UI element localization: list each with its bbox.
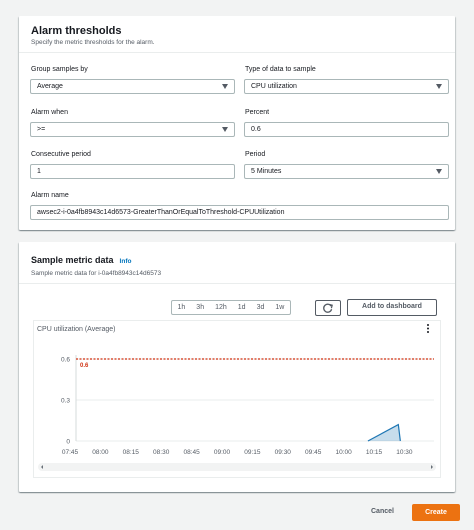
x-tick-label: 10:00 [335,449,352,456]
add-to-dashboard-button[interactable]: Add to dashboard [347,299,437,316]
x-tick-label: 10:30 [396,449,413,456]
caret-down-icon [222,127,228,132]
percent-label: Percent [245,109,270,116]
x-tick-label: 09:00 [214,449,231,456]
range-12h-button[interactable]: 12h [210,301,233,314]
period-select[interactable]: 5 Minutes [244,164,449,179]
metric-widget: CPU utilization (Average) 0 0.3 0.6 07:45 0… [33,320,441,478]
alarm-when-value: >= [37,126,46,133]
group-samples-label: Group samples by [31,66,88,73]
x-tick-label: 08:15 [123,449,140,456]
range-1d-button[interactable]: 1d [232,301,251,314]
threshold-label: 0.6 [80,363,89,369]
chart-grid [75,355,434,442]
alarm-name-input[interactable]: awsec2-i-0a4fb8943c14d6573-GreaterThanOr… [30,205,449,220]
sample-metric-panel: Sample metric data Info Sample metric dat… [19,242,455,492]
divider [19,52,455,53]
x-tick-label: 09:15 [244,449,261,456]
alarm-name-label: Alarm name [31,192,69,199]
caret-down-icon [436,169,442,174]
data-type-value: CPU utilization [251,83,297,90]
alarm-name-value: awsec2-i-0a4fb8943c14d6573-GreaterThanOr… [37,209,285,216]
x-axis-ticks: 07:45 08:00 08:15 08:30 08:45 09:00 09:15 09:30… [62,449,413,456]
create-button[interactable]: Create [412,504,460,521]
chart-title: CPU utilization (Average) [37,326,115,333]
time-range-selector: 1h 3h 12h 1d 3d 1w [171,300,291,315]
y-axis-ticks: 0 0.3 0.6 [61,357,70,446]
alarm-when-label: Alarm when [31,109,68,116]
alarm-thresholds-panel: Alarm thresholds Specify the metric thre… [19,16,455,230]
caret-down-icon [436,84,442,89]
sample-metric-subtitle: Sample metric data for i-0a4fb8943c14d65… [31,270,162,277]
x-tick-label: 08:00 [92,449,109,456]
alarm-when-select[interactable]: >= [30,122,235,137]
threshold-group: 0.6 [76,358,434,369]
consecutive-period-label: Consecutive period [31,151,91,158]
percent-value: 0.6 [251,126,261,133]
sample-metric-header: Sample metric data Info Sample metric dat… [19,242,455,283]
x-tick-label: 08:45 [183,449,200,456]
x-tick-label: 08:30 [153,449,170,456]
vertical-ellipsis-icon [427,324,429,333]
range-1w-button[interactable]: 1w [270,301,290,314]
metric-chart: CPU utilization (Average) 00.30.6 07:45 0… [37,323,436,471]
y-tick-label: 0.6 [61,357,70,364]
x-tick-label: 10:15 [366,449,383,456]
range-3d-button[interactable]: 3d [251,301,270,314]
alarm-thresholds-header: Alarm thresholds Specify the metric thre… [19,16,455,52]
percent-input[interactable]: 0.6 [244,122,449,137]
refresh-icon [323,303,333,313]
horizontal-scrollbar[interactable] [38,463,436,471]
series-group [367,423,401,442]
y-tick-label: 0 [66,439,70,446]
period-value: 5 Minutes [251,168,282,175]
cancel-button[interactable]: Cancel [371,508,394,515]
sample-metric-title: Sample metric data [31,255,114,265]
caret-down-icon [222,84,228,89]
alarm-thresholds-subtitle: Specify the metric thresholds for the al… [31,39,155,46]
range-1h-button[interactable]: 1h [172,301,191,314]
divider [19,283,455,284]
info-link[interactable]: Info [120,258,132,265]
more-actions-button[interactable] [422,323,434,335]
consecutive-period-value: 1 [37,168,41,175]
data-type-select[interactable]: CPU utilization [244,79,449,94]
range-3h-button[interactable]: 3h [191,301,210,314]
x-tick-label: 09:30 [275,449,292,456]
group-samples-value: Average [37,83,63,90]
data-type-label: Type of data to sample [245,66,316,73]
consecutive-period-input[interactable]: 1 [30,164,235,179]
alarm-thresholds-title: Alarm thresholds [31,25,122,37]
sample-metric-title-row: Sample metric data Info [31,253,443,269]
y-tick-label: 0.3 [61,398,70,405]
group-samples-select[interactable]: Average [30,79,235,94]
refresh-button[interactable] [315,300,341,316]
x-tick-label: 07:45 [62,449,79,456]
x-tick-label: 09:45 [305,449,322,456]
period-label: Period [245,151,266,158]
